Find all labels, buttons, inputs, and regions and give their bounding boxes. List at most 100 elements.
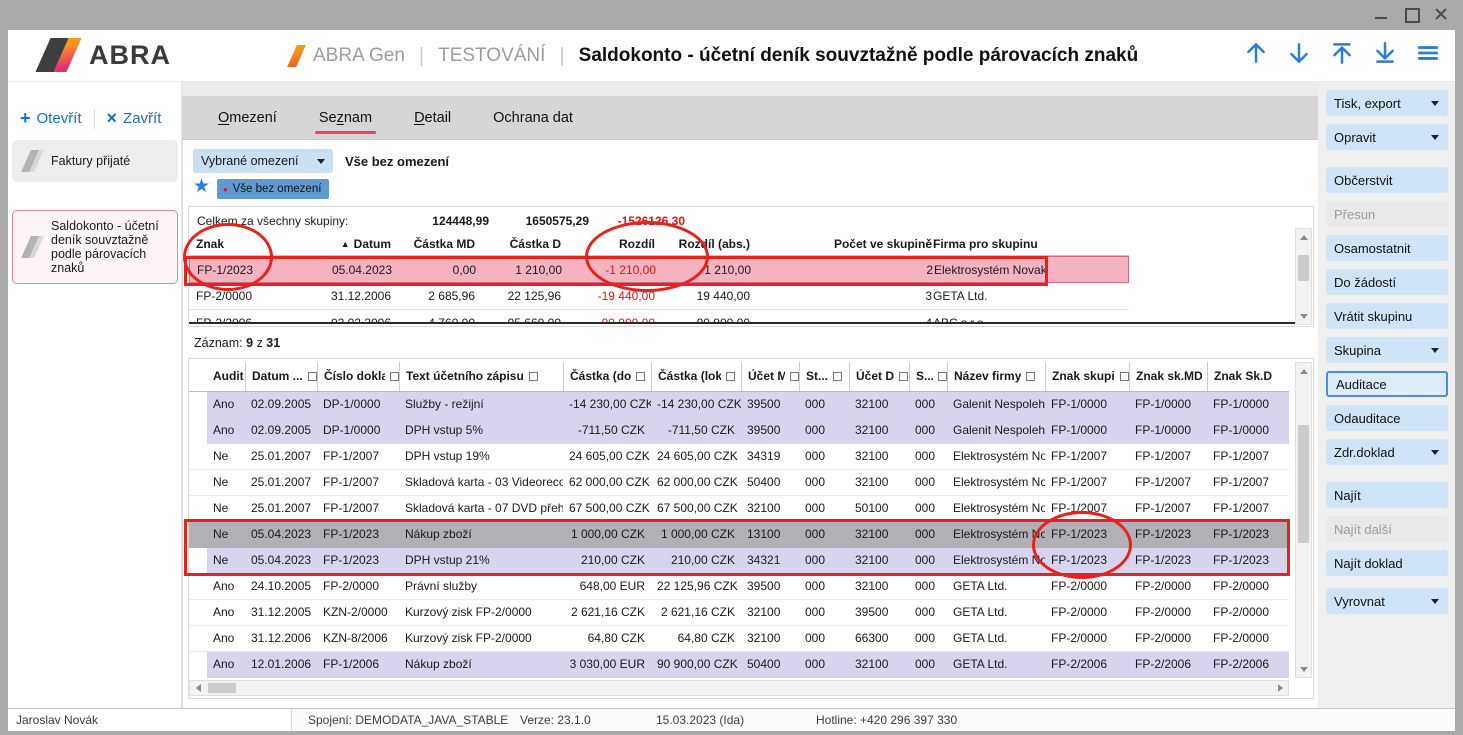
osamostatnit-button[interactable]: Osamostatnit bbox=[1326, 235, 1448, 261]
column-header-rozd-l-abs[interactable]: Rozdíl (abs.) bbox=[657, 234, 752, 255]
entry-row[interactable]: Ano31.12.2006KZN-8/2006Kurzový zisk FP-2… bbox=[189, 626, 1289, 652]
column-header-n-zev-firmy[interactable]: Název firmy bbox=[947, 362, 1045, 391]
column-checkbox-icon[interactable] bbox=[636, 372, 645, 381]
column-header-et-md[interactable]: Účet MD bbox=[741, 362, 799, 391]
arrow-down-icon[interactable] bbox=[1286, 40, 1312, 66]
header-gutter bbox=[189, 362, 207, 391]
scrollbar-thumb[interactable] bbox=[1298, 255, 1309, 281]
column-header-znak-sk-md[interactable]: Znak sk.MD bbox=[1129, 362, 1207, 391]
naj-t-doklad-button[interactable]: Najít doklad bbox=[1326, 550, 1448, 576]
column-header-stka-lok[interactable]: Částka (lok.) bbox=[651, 362, 741, 391]
tab-omezen[interactable]: Omezení bbox=[204, 100, 291, 136]
column-checkbox-icon[interactable] bbox=[938, 372, 947, 381]
do-dost-button[interactable]: Do žádostí bbox=[1326, 269, 1448, 295]
entry-row[interactable]: Ano31.12.2005KZN-2/0000Kurzový zisk FP-2… bbox=[189, 600, 1289, 626]
cell: FP-1/2023 bbox=[1045, 548, 1129, 574]
column-checkbox-icon[interactable] bbox=[529, 372, 538, 381]
group-row[interactable]: FP-1/202305.04.20230,001 210,00-1 210,00… bbox=[189, 256, 1129, 283]
cell: 32100 bbox=[741, 496, 799, 521]
vr-tit-skupinu-button[interactable]: Vrátit skupinu bbox=[1326, 303, 1448, 329]
entry-row[interactable]: Ne05.04.2023FP-1/2023Nákup zboží1 000,00… bbox=[189, 522, 1289, 548]
tab-seznam[interactable]: Seznam bbox=[305, 100, 386, 136]
column-header-znak-sk-d[interactable]: Znak Sk.D bbox=[1207, 362, 1283, 391]
active-tab-underline bbox=[315, 131, 376, 134]
entry-row[interactable]: Ne25.01.2007FP-1/2007Skladová karta - 03… bbox=[189, 470, 1289, 496]
skupina-button[interactable]: Skupina bbox=[1326, 337, 1448, 363]
column-header-stka-md[interactable]: Částka MD bbox=[391, 234, 477, 255]
close-tab-button[interactable]: × Zavřít bbox=[103, 106, 166, 131]
scroll-down-arrow-icon[interactable] bbox=[1296, 308, 1311, 324]
entry-row[interactable]: Ne05.04.2023FP-1/2023DPH vstup 21%210,00… bbox=[189, 548, 1289, 574]
column-header-stka-dokl[interactable]: Částka (dokl.) bbox=[563, 362, 651, 391]
groups-table-vertical-scrollbar[interactable] bbox=[1295, 228, 1312, 325]
open-button[interactable]: + Otevřít bbox=[16, 106, 86, 131]
column-checkbox-icon[interactable] bbox=[390, 372, 399, 381]
column-checkbox-icon[interactable] bbox=[308, 372, 317, 381]
column-checkbox-icon[interactable] bbox=[726, 372, 735, 381]
scroll-left-arrow-icon[interactable] bbox=[190, 681, 206, 695]
column-checkbox-icon[interactable] bbox=[790, 372, 799, 381]
odauditace-button[interactable]: Odauditace bbox=[1326, 405, 1448, 431]
column-header-slo-dokladu[interactable]: Číslo dokladu bbox=[317, 362, 399, 391]
entry-row[interactable]: Ano12.01.2006FP-1/2006Nákup zboží3 030,0… bbox=[189, 652, 1289, 678]
close-icon[interactable] bbox=[1433, 6, 1449, 22]
column-header-s[interactable]: S... bbox=[909, 362, 947, 391]
column-header-znak[interactable]: Znak bbox=[189, 234, 296, 255]
vyrovnat-button[interactable]: Vyrovnat bbox=[1326, 588, 1448, 614]
column-header-text-etn-ho-z-pisu[interactable]: Text účetního zápisu bbox=[399, 362, 563, 391]
header-label: Částka (lok.) bbox=[658, 362, 721, 391]
column-checkbox-icon[interactable] bbox=[1120, 372, 1129, 381]
column-header-datum[interactable]: Datum ... bbox=[245, 362, 317, 391]
naj-t-button[interactable]: Najít bbox=[1326, 482, 1448, 508]
tab-ochrana-dat[interactable]: Ochrana dat bbox=[479, 100, 587, 136]
entry-row[interactable]: Ano02.09.2005DP-1/0000Služby - režijní-1… bbox=[189, 392, 1289, 418]
auditace-button[interactable]: Auditace bbox=[1326, 371, 1448, 397]
scrollbar-thumb[interactable] bbox=[208, 683, 236, 693]
arrow-up-icon[interactable] bbox=[1243, 40, 1269, 66]
hamburger-menu-icon[interactable] bbox=[1415, 40, 1441, 66]
zdr-doklad-button[interactable]: Zdr.doklad bbox=[1326, 439, 1448, 465]
arrow-down-to-bottom-icon[interactable] bbox=[1372, 40, 1398, 66]
column-header-po-et-ve-skupin[interactable]: Počet ve skupině bbox=[752, 234, 932, 255]
cell: 000 bbox=[909, 418, 947, 444]
column-checkbox-icon[interactable] bbox=[833, 372, 842, 381]
group-row[interactable]: FP-2/000031.12.20062 685,9622 125,96-19 … bbox=[189, 283, 1129, 310]
scroll-down-arrow-icon[interactable] bbox=[1296, 661, 1311, 677]
sidebar-item-faktury-p-ijat[interactable]: Faktury přijaté bbox=[12, 140, 178, 182]
column-header-stka-d[interactable]: Částka D bbox=[477, 234, 563, 255]
scroll-up-arrow-icon[interactable] bbox=[1296, 363, 1311, 379]
entry-row[interactable]: Ne25.01.2007FP-1/2007Skladová karta - 07… bbox=[189, 496, 1289, 522]
column-header-rozd-l[interactable]: Rozdíl bbox=[563, 234, 657, 255]
sidebar-item-saldokonto-etn-den-k-souvzta-n[interactable]: Saldokonto - účetní deník souvztažně pod… bbox=[12, 210, 178, 284]
column-header-datum[interactable]: ▲Datum bbox=[296, 234, 391, 255]
scroll-right-arrow-icon[interactable] bbox=[1272, 681, 1288, 695]
cell: FP-1/0000 bbox=[1129, 418, 1207, 444]
column-checkbox-icon[interactable] bbox=[899, 372, 908, 381]
entries-table-horizontal-scrollbar[interactable] bbox=[189, 680, 1289, 696]
header-label: Účet MD bbox=[748, 362, 785, 391]
selected-restriction-dropdown[interactable]: Vybrané omezení bbox=[193, 149, 333, 173]
arrow-up-to-top-icon[interactable] bbox=[1329, 40, 1355, 66]
column-checkbox-icon[interactable] bbox=[1026, 372, 1035, 381]
opravit-button[interactable]: Opravit bbox=[1326, 124, 1448, 150]
minimize-icon[interactable] bbox=[1373, 6, 1389, 22]
cell: 31.12.2006 bbox=[245, 626, 317, 651]
tisk-export-button[interactable]: Tisk, export bbox=[1326, 90, 1448, 116]
cell: FP-1/2007 bbox=[317, 444, 399, 469]
entry-row[interactable]: Ano24.10.2005FP-2/0000Právní služby648,0… bbox=[189, 574, 1289, 600]
tab-detail[interactable]: Detail bbox=[400, 100, 465, 136]
restriction-chip[interactable]: • Vše bez omezení bbox=[217, 179, 329, 199]
entry-row[interactable]: Ano02.09.2005DP-1/0000DPH vstup 5%-711,5… bbox=[189, 418, 1289, 444]
column-header-firma-pro-skupinu[interactable]: Firma pro skupinu bbox=[932, 234, 1129, 255]
entries-table-vertical-scrollbar[interactable] bbox=[1295, 362, 1312, 678]
column-header-znak-skupiny[interactable]: Znak skupiny bbox=[1045, 362, 1129, 391]
maximize-icon[interactable] bbox=[1403, 6, 1419, 22]
column-header-st[interactable]: St... bbox=[799, 362, 849, 391]
scroll-up-arrow-icon[interactable] bbox=[1296, 229, 1311, 245]
ob-erstvit-button[interactable]: Občerstvit bbox=[1326, 167, 1448, 193]
column-header-et-d[interactable]: Účet D bbox=[849, 362, 909, 391]
scrollbar-thumb[interactable] bbox=[1298, 425, 1309, 543]
column-header-audit[interactable]: Audit bbox=[207, 362, 245, 391]
favorite-star-icon[interactable]: ★ bbox=[193, 176, 210, 198]
entry-row[interactable]: Ne25.01.2007FP-1/2007DPH vstup 19%24 605… bbox=[189, 444, 1289, 470]
